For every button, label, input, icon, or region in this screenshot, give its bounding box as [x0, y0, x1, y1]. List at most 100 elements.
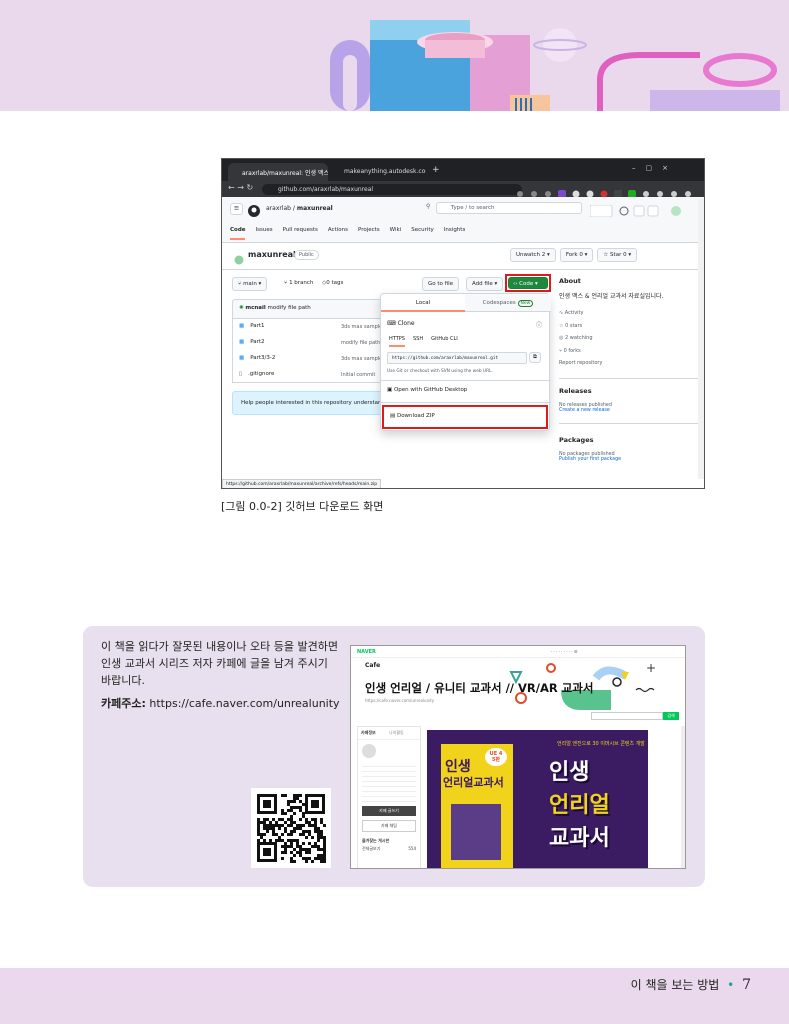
- board-item[interactable]: 전체글보기 554: [362, 846, 416, 852]
- browser-tab-active[interactable]: araxrlab/maxunreal: 인생 맥스 & ×: [228, 163, 328, 181]
- unwatch-button[interactable]: Unwatch 2 ▾: [510, 248, 556, 262]
- commit-avatar-icon: ✺: [239, 305, 244, 311]
- back-forward-reload-icons[interactable]: ← → ↻: [228, 183, 253, 192]
- top-banner: [0, 0, 789, 111]
- file-row[interactable]: ■ Part1: [239, 323, 265, 329]
- scrollbar[interactable]: [698, 199, 704, 479]
- packages-title[interactable]: Packages: [559, 436, 699, 444]
- publish-package-link[interactable]: Publish your first package: [559, 457, 699, 462]
- address-bar[interactable]: github.com/araxrlab/maxunreal: [262, 184, 522, 195]
- clone-tab-ssh[interactable]: SSH: [413, 336, 423, 347]
- tab-my-activity[interactable]: 나의활동: [389, 730, 417, 736]
- clone-tab-cli[interactable]: GitHub CLI: [431, 336, 458, 347]
- cafe-url[interactable]: https://cafe.naver.com/unrealunity: [149, 697, 339, 710]
- cafe-url-small[interactable]: https://cafe.naver.com/unrealunity: [365, 698, 434, 703]
- avatar: [362, 744, 376, 758]
- tags-link[interactable]: ◇0 tags: [322, 280, 343, 286]
- github-search-input[interactable]: Type / to search: [436, 202, 582, 214]
- commit-author[interactable]: mcnail: [245, 305, 265, 311]
- tab-issues[interactable]: Issues: [255, 227, 272, 240]
- maximize-button[interactable]: ▢: [646, 164, 663, 172]
- tab-security[interactable]: Security: [411, 227, 434, 240]
- releases-title[interactable]: Releases: [559, 387, 699, 395]
- code-dropdown: Local Codespaces New ⌨ Clone ⓘ HTTPS SSH…: [380, 293, 551, 431]
- new-tab-button[interactable]: +: [432, 165, 440, 175]
- tab-code[interactable]: Code: [230, 227, 246, 240]
- browser-tab-other[interactable]: makeanything.autodesk.com/3d ×: [330, 163, 426, 181]
- file-row[interactable]: ■ Part2: [239, 339, 265, 345]
- banner-title-line: 인생: [549, 760, 590, 785]
- tab-wiki[interactable]: Wiki: [390, 227, 402, 240]
- forks-link[interactable]: ⑂ 0 forks: [559, 345, 699, 358]
- clone-tab-https[interactable]: HTTPS: [389, 336, 405, 347]
- repo-name[interactable]: maxunreal: [248, 250, 296, 259]
- file-commit[interactable]: 3ds max sample: [341, 356, 382, 362]
- book-cover: 인생 언리얼교과서 UE 4 5판: [441, 744, 513, 868]
- board-item-count: 554: [408, 846, 416, 851]
- qr-code[interactable]: [251, 788, 331, 868]
- code-button[interactable]: ‹› Code ▾: [508, 277, 548, 289]
- cafe-screenshot: NAVER · · · · · · · · · ☰ Cafe + 인생 언리얼 …: [350, 645, 686, 869]
- tab-local[interactable]: Local: [381, 294, 465, 312]
- add-file-label: Add file: [472, 281, 493, 287]
- minimize-button[interactable]: –: [632, 164, 646, 172]
- branch-select[interactable]: ⑂ main ▾: [232, 277, 268, 291]
- breadcrumb-separator: /: [292, 205, 295, 212]
- star-button[interactable]: ☆ Star 0 ▾: [597, 248, 638, 262]
- footer-section: 이 책을 보는 방법: [630, 978, 720, 992]
- file-name[interactable]: Part1: [250, 323, 264, 329]
- book-banner-subtitle: 언리얼 엔진으로 30 이머시브 콘텐츠 개발: [557, 741, 645, 747]
- fork-button[interactable]: Fork 0 ▾: [559, 248, 594, 262]
- file-commit[interactable]: Initial commit: [341, 372, 375, 378]
- tab-codespaces[interactable]: Codespaces New: [465, 294, 551, 312]
- branch-count[interactable]: ⑂ 1 branch: [284, 280, 313, 286]
- goto-file-button[interactable]: Go to file: [422, 277, 460, 291]
- tab-cafe-info[interactable]: 카페정보: [361, 730, 389, 736]
- tab-pull-requests[interactable]: Pull requests: [283, 227, 318, 240]
- file-commit[interactable]: 3ds max sample: [341, 324, 382, 330]
- watching-link[interactable]: ◎ 2 watching: [559, 332, 699, 345]
- github-logo-icon[interactable]: [248, 202, 260, 221]
- commit-message[interactable]: modify file path: [268, 305, 311, 311]
- create-release-link[interactable]: Create a new release: [559, 408, 699, 413]
- book-banner[interactable]: 인생 언리얼교과서 UE 4 5판 언리얼 엔진으로 30 이머시브 콘텐츠 개발…: [427, 730, 648, 868]
- help-icon[interactable]: ⓘ: [536, 320, 542, 329]
- file-commit[interactable]: modify file path: [341, 340, 380, 346]
- download-zip-button[interactable]: ▤ Download ZIP: [382, 405, 548, 429]
- naver-logo[interactable]: NAVER: [357, 649, 376, 655]
- cafe-search-input[interactable]: [591, 712, 663, 720]
- branch-count-label: 1 branch: [289, 280, 314, 286]
- tab-projects[interactable]: Projects: [358, 227, 380, 240]
- open-desktop-button[interactable]: ▣ Open with GitHub Desktop: [387, 387, 467, 393]
- close-window-button[interactable]: ×: [662, 164, 678, 172]
- naver-menu[interactable]: · · · · · · · · · ☰: [551, 649, 577, 654]
- file-name[interactable]: Part3/3-2: [250, 355, 275, 361]
- file-row[interactable]: ■ Part3/3-2: [239, 355, 275, 361]
- tab-actions[interactable]: Actions: [328, 227, 348, 240]
- branch-name: main: [243, 281, 257, 287]
- cafe-chat-button[interactable]: 카페 채팅: [362, 820, 416, 832]
- file-name[interactable]: .gitignore: [248, 371, 274, 377]
- report-link[interactable]: Report repository: [559, 357, 699, 370]
- cafe-word: Cafe: [365, 662, 381, 669]
- cafe-write-button[interactable]: 카페 글쓰기: [362, 806, 416, 816]
- add-file-button[interactable]: Add file ▾: [466, 277, 504, 291]
- copy-icon[interactable]: ⧉: [529, 352, 541, 363]
- file-name[interactable]: Part2: [250, 339, 264, 345]
- breadcrumb-owner[interactable]: araxrlab: [266, 205, 291, 212]
- cafe-search-button[interactable]: 검색: [663, 712, 679, 720]
- activity-link[interactable]: ∿ Activity: [559, 307, 699, 320]
- menu-icon[interactable]: ☰: [230, 203, 243, 215]
- cafe-title[interactable]: 인생 언리얼 / 유니티 교과서 // VR/AR 교과서: [365, 680, 593, 696]
- clone-url-input[interactable]: https://github.com/araxrlab/maxunreal.gi…: [387, 352, 527, 364]
- tab-insights[interactable]: Insights: [444, 227, 466, 240]
- cafe-scrollbar[interactable]: [681, 726, 685, 868]
- naver-top-bar: NAVER · · · · · · · · · ☰: [351, 646, 685, 658]
- header-action-icons[interactable]: [589, 202, 700, 218]
- extension-icons[interactable]: [512, 184, 697, 198]
- window-controls[interactable]: –▢×: [632, 164, 678, 172]
- file-row[interactable]: ▯ .gitignore: [239, 371, 274, 377]
- unwatch-label: Unwatch: [516, 252, 541, 258]
- breadcrumb-repo[interactable]: maxunreal: [297, 205, 333, 212]
- stars-link[interactable]: ☆ 0 stars: [559, 320, 699, 333]
